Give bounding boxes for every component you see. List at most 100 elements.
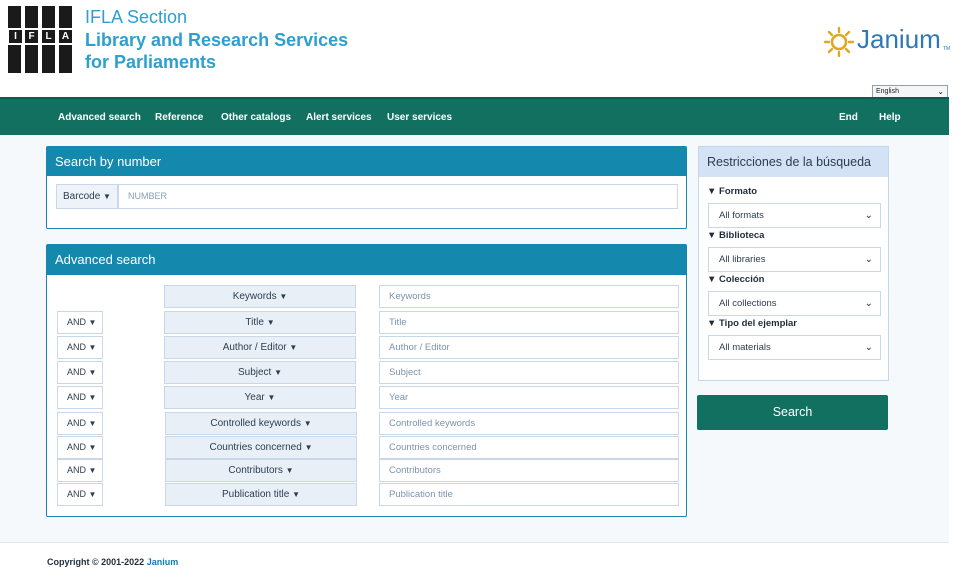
nav-user-services[interactable]: User services [387, 99, 452, 137]
restrictions-title: Restricciones de la búsqueda [699, 147, 888, 177]
filter-icon: ▼ [707, 274, 717, 285]
term-input-contributors[interactable]: Contributors [379, 459, 679, 482]
caret-down-icon: ▼ [88, 368, 97, 377]
caret-down-icon: ▼ [303, 419, 312, 428]
select-value: All collections [719, 298, 777, 309]
operator-dropdown[interactable]: AND ▼ [57, 361, 103, 384]
filter-icon: ▼ [707, 230, 717, 241]
caret-down-icon: ▼ [88, 318, 97, 327]
caret-down-icon: ▼ [292, 490, 300, 499]
collection-select[interactable]: All collections ⌄ [708, 291, 881, 316]
number-type-label: Barcode [63, 191, 101, 202]
term-input-subject[interactable]: Subject [379, 361, 679, 384]
operator-dropdown[interactable]: AND ▼ [57, 336, 103, 359]
search-button[interactable]: Search [697, 395, 888, 430]
janium-wordmark: Janium [857, 24, 941, 54]
field-selector-contributors[interactable]: Contributors ▼ [165, 459, 357, 482]
filter-label-biblioteca: ▼ Biblioteca [707, 230, 764, 241]
caret-down-icon: ▼ [103, 192, 111, 201]
caret-down-icon: ▼ [88, 419, 97, 428]
field-selector-title[interactable]: Title ▼ [164, 311, 356, 334]
chevron-down-icon: ⌄ [864, 254, 873, 265]
operator-dropdown[interactable]: AND ▼ [57, 483, 103, 506]
select-value: All formats [719, 210, 764, 221]
org-name-line2: Library and Research Services [85, 30, 349, 50]
logo-letter-a: A [59, 30, 72, 43]
filter-label-text: Colección [719, 274, 765, 285]
operator-label: AND [67, 465, 87, 475]
material-type-select[interactable]: All materials ⌄ [708, 335, 881, 360]
field-label: Countries concerned [209, 442, 302, 453]
operator-label: AND [67, 317, 87, 327]
chevron-down-icon: ⌄ [864, 342, 873, 353]
term-input-controlled-keywords[interactable]: Controlled keywords [379, 412, 679, 435]
term-input-keywords[interactable]: Keywords [379, 285, 679, 308]
logo-letter-l: L [42, 30, 55, 43]
logo-letter-i: I [9, 30, 22, 43]
copyright-notice: Copyright © 2001-2022 Janium [47, 557, 178, 567]
operator-label: AND [67, 342, 87, 352]
nav-help[interactable]: Help [879, 99, 901, 137]
sun-icon [823, 26, 855, 58]
janium-trademark: TM [943, 46, 951, 52]
field-selector-year[interactable]: Year ▼ [164, 386, 356, 409]
field-selector-publication-title[interactable]: Publication title ▼ [165, 483, 357, 506]
term-input-author[interactable]: Author / Editor [379, 336, 679, 359]
search-by-number-panel: Search by number Barcode ▼ NUMBER [46, 146, 687, 229]
filter-label-text: Biblioteca [719, 230, 765, 241]
term-input-countries-concerned[interactable]: Countries concerned [379, 436, 679, 459]
chevron-down-icon: ⌄ [937, 87, 944, 96]
caret-down-icon: ▼ [88, 343, 97, 352]
caret-down-icon: ▼ [267, 393, 276, 402]
number-type-dropdown[interactable]: Barcode ▼ [56, 184, 118, 209]
operator-label: AND [67, 489, 87, 499]
field-label: Controlled keywords [210, 418, 301, 429]
field-selector-subject[interactable]: Subject ▼ [164, 361, 356, 384]
format-select[interactable]: All formats ⌄ [708, 203, 881, 228]
search-by-number-title: Search by number [47, 147, 686, 176]
filter-label-text: Tipo del ejemplar [719, 318, 798, 329]
term-input-year[interactable]: Year [379, 386, 679, 409]
number-input[interactable]: NUMBER [118, 184, 678, 209]
field-label: Publication title [222, 489, 290, 500]
caret-down-icon: ▼ [285, 466, 294, 475]
field-label: Author / Editor [222, 342, 287, 353]
caret-down-icon: ▼ [88, 490, 97, 499]
field-selector-author[interactable]: Author / Editor ▼ [164, 336, 356, 359]
main-nav: Advanced search Reference Other catalogs… [0, 97, 949, 135]
field-selector-keywords[interactable]: Keywords ▼ [164, 285, 356, 308]
logo-letter-f: F [25, 30, 38, 43]
operator-dropdown[interactable]: AND ▼ [57, 412, 103, 435]
copyright-text: Copyright © 2001-2022 [47, 557, 145, 567]
copyright-brand-link[interactable]: Janium [147, 557, 179, 567]
operator-label: AND [67, 442, 87, 452]
operator-dropdown[interactable]: AND ▼ [57, 459, 103, 482]
nav-alert-services[interactable]: Alert services [306, 99, 372, 137]
filter-icon: ▼ [707, 186, 717, 197]
caret-down-icon: ▼ [289, 343, 298, 352]
caret-down-icon: ▼ [88, 393, 97, 402]
caret-down-icon: ▼ [266, 318, 275, 327]
nav-end[interactable]: End [839, 99, 858, 137]
field-selector-controlled-keywords[interactable]: Controlled keywords ▼ [165, 412, 357, 435]
library-select[interactable]: All libraries ⌄ [708, 247, 881, 272]
field-label: Contributors [228, 465, 283, 476]
term-input-title[interactable]: Title [379, 311, 679, 334]
operator-dropdown[interactable]: AND ▼ [57, 436, 103, 459]
select-value: All materials [719, 342, 771, 353]
field-selector-countries-concerned[interactable]: Countries concerned ▼ [165, 436, 357, 459]
operator-dropdown[interactable]: AND ▼ [57, 311, 103, 334]
operator-label: AND [67, 418, 87, 428]
field-label: Keywords [232, 291, 277, 302]
term-input-publication-title[interactable]: Publication title [379, 483, 679, 506]
field-label: Year [244, 392, 265, 403]
field-label: Subject [237, 367, 272, 378]
language-value: English [876, 88, 899, 95]
org-name-line3: for Parliaments [85, 52, 217, 72]
nav-other-catalogs[interactable]: Other catalogs [221, 99, 291, 137]
caret-down-icon: ▼ [274, 368, 283, 377]
nav-advanced-search[interactable]: Advanced search [58, 99, 141, 137]
operator-dropdown[interactable]: AND ▼ [57, 386, 103, 409]
caret-down-icon: ▼ [304, 443, 313, 452]
nav-reference[interactable]: Reference [155, 99, 203, 137]
